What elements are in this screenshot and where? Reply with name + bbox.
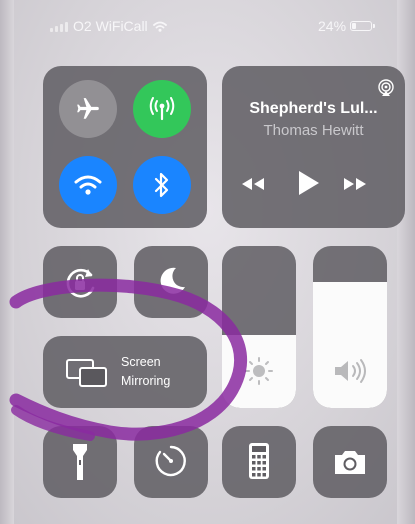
timer-icon <box>155 445 186 477</box>
camera-icon <box>335 451 365 474</box>
battery-percent: 24% <box>318 18 347 34</box>
flashlight-icon <box>73 444 87 480</box>
moon-icon <box>160 267 185 294</box>
screen-mirroring-line1: Screen <box>121 355 161 369</box>
play-icon[interactable] <box>296 170 320 196</box>
rotation-lock-button[interactable] <box>43 246 117 318</box>
bluetooth-icon <box>154 172 169 198</box>
track-title: Shepherd's Lul... <box>249 100 378 117</box>
wifi-icon <box>74 175 102 195</box>
flashlight-button[interactable] <box>43 426 117 498</box>
screen-mirroring-button[interactable]: Screen Mirroring <box>43 336 207 408</box>
wifi-status-icon <box>152 21 167 32</box>
calculator-button[interactable] <box>222 426 296 498</box>
airplane-mode-button[interactable] <box>59 80 117 138</box>
volume-level-fill <box>313 281 387 408</box>
do-not-disturb-button[interactable] <box>134 246 208 318</box>
airplane-icon <box>77 98 99 119</box>
wifi-button[interactable] <box>59 156 117 214</box>
camera-button[interactable] <box>313 426 387 498</box>
brightness-slider[interactable] <box>222 246 296 408</box>
connectivity-tile <box>43 66 207 228</box>
rotation-lock-icon <box>66 268 95 298</box>
carrier-group: O2 WiFiCall <box>50 18 167 34</box>
signal-strength-icon <box>50 20 68 32</box>
now-playing-tile[interactable]: Shepherd's Lul... Thomas Hewitt <box>222 66 405 228</box>
left-edge <box>0 0 14 524</box>
fast-forward-icon[interactable] <box>342 176 368 192</box>
bluetooth-button[interactable] <box>133 156 191 214</box>
battery-group: 24% <box>318 18 376 34</box>
rewind-icon[interactable] <box>240 176 266 192</box>
screen-mirroring-line2: Mirroring <box>121 374 171 388</box>
cellular-data-button[interactable] <box>133 80 191 138</box>
airplay-icon[interactable] <box>377 79 395 97</box>
volume-slider[interactable] <box>313 246 387 408</box>
cellular-antenna-icon <box>149 97 175 121</box>
screen-mirroring-icon <box>66 359 107 387</box>
timer-button[interactable] <box>134 426 208 498</box>
carrier-label: O2 WiFiCall <box>73 18 148 34</box>
track-artist: Thomas Hewitt <box>263 122 364 139</box>
screen-mirroring-label: Screen Mirroring <box>121 353 170 391</box>
status-bar: O2 WiFiCall 24% <box>0 18 415 40</box>
calculator-icon <box>249 443 269 479</box>
sun-icon <box>245 357 273 385</box>
speaker-icon <box>335 359 366 383</box>
battery-icon <box>350 21 376 31</box>
